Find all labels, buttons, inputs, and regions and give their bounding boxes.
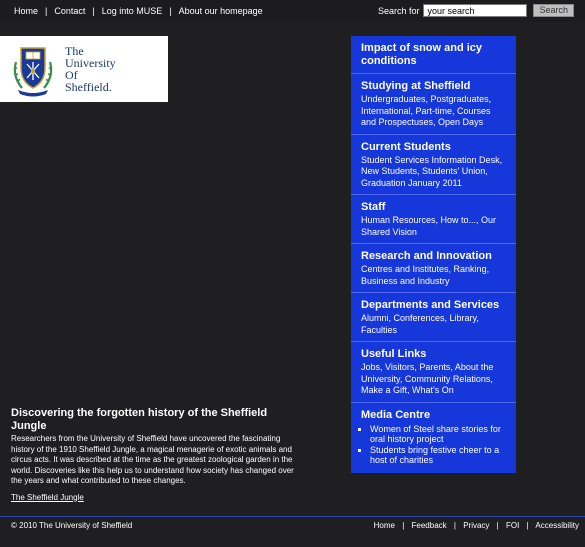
- nav-muse-link[interactable]: Log into MUSE: [102, 6, 163, 16]
- feature-link[interactable]: The Sheffield Jungle: [11, 493, 84, 502]
- logo-wordmark: The University Of Sheffield.: [65, 45, 116, 93]
- side-menu: Impact of snow and icy conditions Studyi…: [351, 36, 516, 473]
- footer-home-link[interactable]: Home: [374, 521, 395, 530]
- menu-links-current-students[interactable]: Student Services Information Desk, New S…: [361, 155, 506, 190]
- menu-heading-staff[interactable]: Staff: [361, 201, 506, 214]
- feature-title: Discovering the forgotten history of the…: [11, 407, 268, 432]
- snow-alert-link[interactable]: Impact of snow and icy conditions: [361, 42, 506, 68]
- menu-section-useful-links: Useful Links Jobs, Visitors, Parents, Ab…: [351, 342, 516, 403]
- menu-section-staff: Staff Human Resources, How to..., Our Sh…: [351, 195, 516, 244]
- menu-heading-media-centre[interactable]: Media Centre: [361, 409, 506, 422]
- menu-section-media-centre: Media Centre Women of Steel share storie…: [351, 403, 516, 471]
- logo-line: Sheffield.: [65, 80, 112, 94]
- nav-separator: |: [45, 6, 48, 16]
- footer-divider: [0, 516, 585, 517]
- menu-section-research: Research and Innovation Centres and Inst…: [351, 244, 516, 293]
- nav-home-link[interactable]: Home: [14, 6, 38, 16]
- menu-heading-studying[interactable]: Studying at Sheffield: [361, 80, 506, 93]
- menu-heading-useful-links[interactable]: Useful Links: [361, 348, 506, 361]
- menu-heading-research[interactable]: Research and Innovation: [361, 250, 506, 263]
- menu-section-alert: Impact of snow and icy conditions: [351, 36, 516, 74]
- footer-feedback-link[interactable]: Feedback: [412, 521, 447, 530]
- menu-links-studying[interactable]: Undergraduates, Postgraduates, Internati…: [361, 94, 506, 129]
- search-form: Search for Search: [378, 4, 574, 17]
- footer-privacy-link[interactable]: Privacy: [463, 521, 489, 530]
- menu-heading-current-students[interactable]: Current Students: [361, 141, 506, 154]
- nav-about-link[interactable]: About our homepage: [179, 6, 263, 16]
- footer-navigation: Home | Feedback | Privacy | FOI | Access…: [374, 521, 579, 530]
- feature-story: Discovering the forgotten history of the…: [11, 407, 301, 505]
- copyright-text: © 2010 The University of Sheffield: [11, 521, 133, 530]
- footer-separator: |: [402, 521, 405, 530]
- nav-separator: |: [92, 6, 95, 16]
- menu-links-research[interactable]: Centres and Institutes, Ranking, Busines…: [361, 264, 506, 287]
- top-bar: Home | Contact | Log into MUSE | About o…: [0, 0, 585, 22]
- top-navigation: Home | Contact | Log into MUSE | About o…: [14, 6, 263, 16]
- footer-foi-link[interactable]: FOI: [506, 521, 519, 530]
- menu-heading-departments[interactable]: Departments and Services: [361, 299, 506, 312]
- media-news-list: Women of Steel share stories for oral hi…: [361, 424, 506, 465]
- nav-contact-link[interactable]: Contact: [54, 6, 85, 16]
- media-news-item[interactable]: Students bring festive cheer to a host o…: [370, 445, 506, 465]
- menu-links-useful-links[interactable]: Jobs, Visitors, Parents, About the Unive…: [361, 362, 506, 397]
- feature-body: Researchers from the University of Sheff…: [11, 434, 294, 485]
- menu-section-departments: Departments and Services Alumni, Confere…: [351, 293, 516, 342]
- footer-separator: |: [453, 521, 456, 530]
- search-label: Search for: [377, 5, 420, 16]
- menu-links-departments[interactable]: Alumni, Conferences, Library, Faculties: [361, 313, 506, 336]
- nav-separator: |: [169, 6, 172, 16]
- footer-accessibility-link[interactable]: Accessibility: [535, 521, 579, 530]
- menu-section-current-students: Current Students Student Services Inform…: [351, 135, 516, 195]
- search-button[interactable]: Search: [533, 4, 574, 17]
- search-input[interactable]: [423, 4, 528, 17]
- footer-separator: |: [496, 521, 499, 530]
- media-news-item[interactable]: Women of Steel share stories for oral hi…: [370, 424, 506, 444]
- university-logo[interactable]: The University Of Sheffield.: [0, 36, 168, 102]
- footer-separator: |: [526, 521, 529, 530]
- menu-links-staff[interactable]: Human Resources, How to..., Our Shared V…: [361, 215, 506, 238]
- menu-section-studying: Studying at Sheffield Undergraduates, Po…: [351, 74, 516, 135]
- crest-icon: [13, 47, 53, 97]
